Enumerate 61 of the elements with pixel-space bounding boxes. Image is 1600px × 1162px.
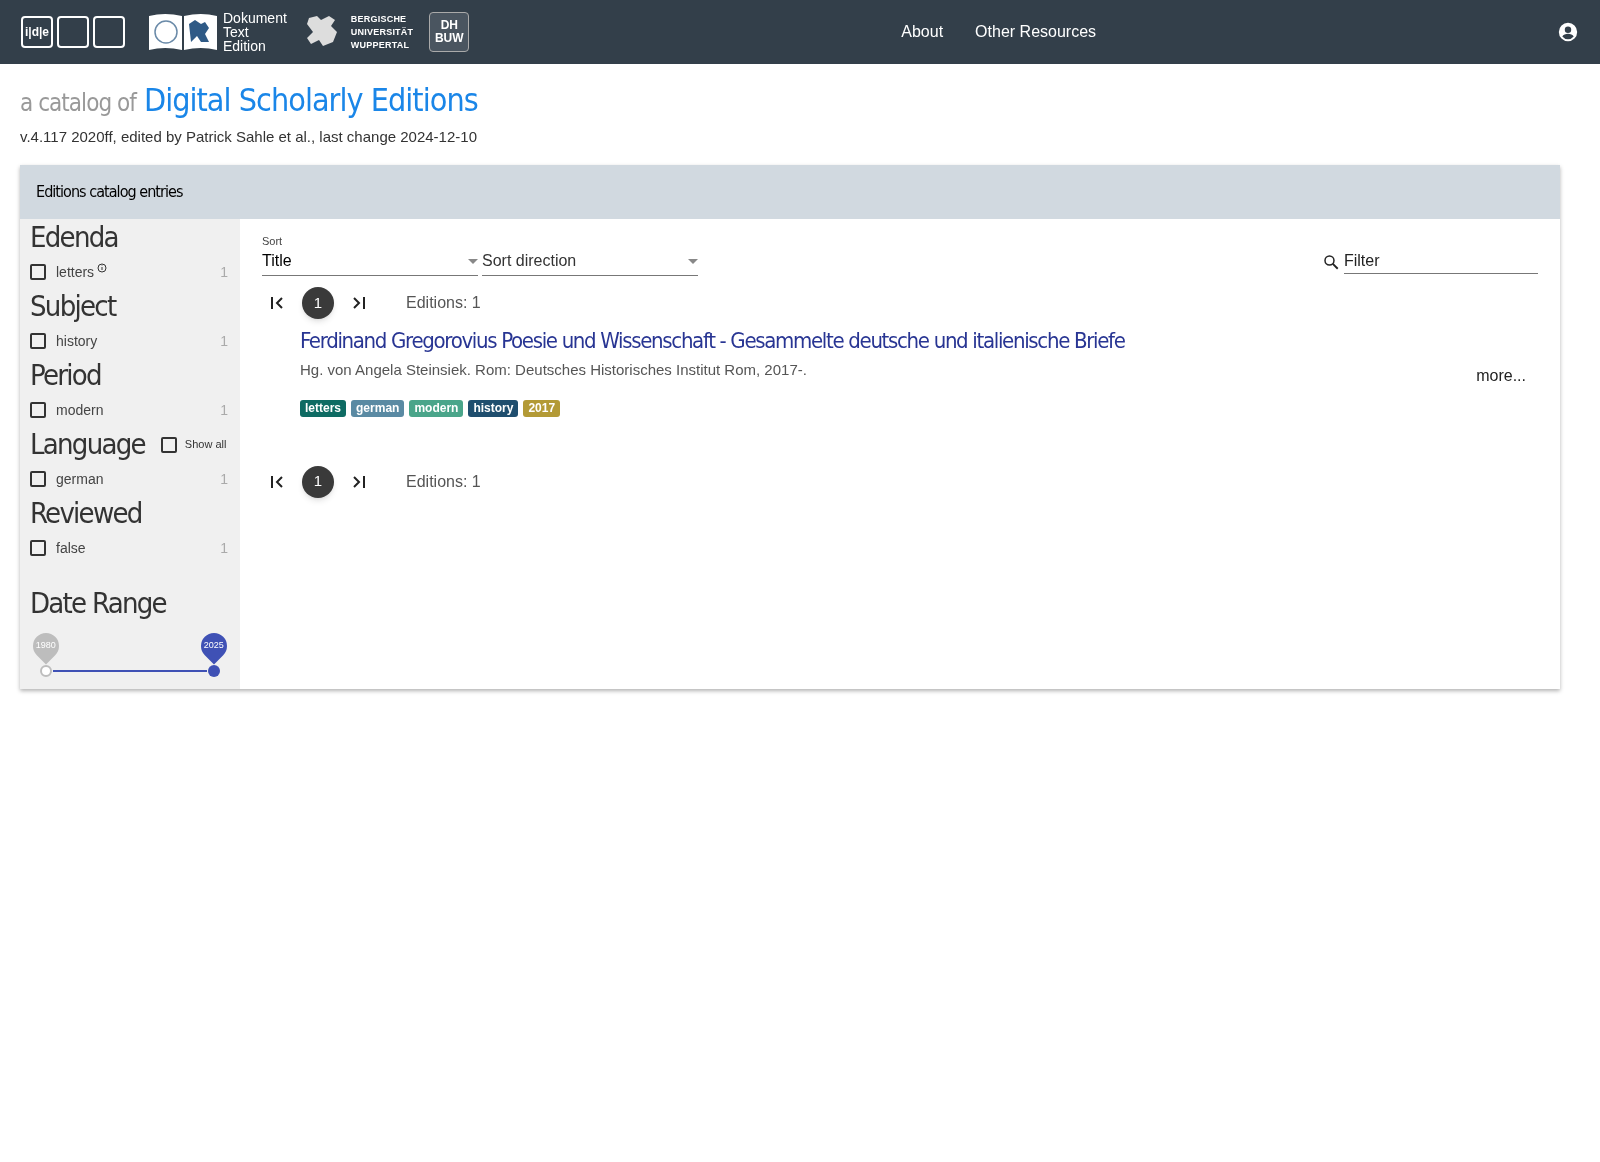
more-link[interactable]: more... bbox=[1476, 364, 1526, 388]
university-logo-text: BERGISCHE UNIVERSITÄT WUPPERTAL bbox=[350, 12, 414, 52]
facet-count: 1 bbox=[220, 400, 228, 420]
logo-frame bbox=[57, 16, 89, 48]
version-info: v.4.117 2020ff, edited by Patrick Sahle et al., last change 2024-12-10 bbox=[20, 127, 478, 147]
facet-option-label: history bbox=[56, 331, 98, 351]
catalog-prefix: a catalog of bbox=[20, 88, 136, 119]
checkbox[interactable] bbox=[160, 436, 177, 453]
slider-thumb[interactable] bbox=[208, 665, 220, 677]
facet-count: 1 bbox=[220, 262, 228, 282]
edition-citation: Hg. von Angela Steinsiek. Rom: Deutsches Historisches Institut Rom, 2017-. bbox=[300, 360, 808, 380]
facet-option-label: german bbox=[56, 469, 104, 489]
slider-thumb[interactable] bbox=[40, 665, 52, 677]
checkbox[interactable] bbox=[30, 402, 46, 418]
checkbox[interactable] bbox=[30, 264, 46, 280]
edition-title-link[interactable]: Ferdinand Gregorovius Poesie und Wissenschaft - Gesammelte deutsche und italienische Briefe bbox=[300, 324, 1477, 357]
facet-title: Language bbox=[30, 425, 145, 463]
editions-count: Editions: 1 bbox=[406, 471, 481, 492]
facet-option-label: false bbox=[56, 538, 86, 558]
facet-title: Period bbox=[30, 356, 101, 394]
nav-link[interactable]: About bbox=[901, 20, 944, 44]
dh-logo[interactable]: DH BUW bbox=[429, 12, 470, 52]
ide-logo[interactable]: i|d|e bbox=[21, 16, 53, 48]
last-page-icon[interactable] bbox=[350, 474, 366, 489]
checkbox[interactable] bbox=[30, 471, 46, 487]
logo-frame bbox=[93, 16, 125, 48]
facet-option-label: modern bbox=[56, 400, 104, 420]
info-icon bbox=[97, 263, 108, 273]
sort-direction-select[interactable]: Sort direction bbox=[482, 249, 698, 276]
dropdown-caret-icon bbox=[468, 258, 478, 264]
date-range-title: Date Range bbox=[30, 584, 168, 622]
show-all-label: Show all bbox=[184, 437, 227, 453]
checkbox[interactable] bbox=[30, 540, 46, 556]
sort-select[interactable]: Sort Title bbox=[262, 232, 478, 276]
page-button[interactable]: 1 bbox=[302, 465, 334, 498]
first-page-icon[interactable] bbox=[270, 296, 286, 310]
tag: modern bbox=[409, 399, 464, 417]
facet-option-label: letters bbox=[56, 262, 95, 282]
first-page-icon[interactable] bbox=[270, 474, 286, 489]
checkbox[interactable] bbox=[30, 333, 46, 349]
dte-logo-text: Dokument Text Edition bbox=[223, 11, 287, 53]
last-page-icon[interactable] bbox=[350, 296, 366, 310]
panel-title: Editions catalog entries bbox=[36, 180, 183, 203]
tag: 2017 bbox=[523, 399, 561, 417]
facet-title: Edenda bbox=[30, 218, 118, 256]
tag: history bbox=[468, 399, 519, 417]
account-icon[interactable] bbox=[1557, 21, 1579, 43]
filter-field[interactable]: Filter bbox=[1343, 249, 1538, 274]
facet-count: 1 bbox=[220, 538, 228, 558]
open-book-icon[interactable] bbox=[147, 12, 219, 52]
dropdown-caret-icon bbox=[688, 258, 698, 264]
facet-count: 1 bbox=[220, 469, 228, 489]
tag: letters bbox=[300, 399, 347, 417]
page-title: Digital Scholarly Editions bbox=[143, 80, 478, 121]
facet-title: Subject bbox=[30, 287, 116, 325]
editions-count: Editions: 1 bbox=[406, 293, 481, 313]
tag: german bbox=[351, 399, 405, 417]
facet-count: 1 bbox=[220, 331, 228, 351]
page-button[interactable]: 1 bbox=[302, 287, 334, 319]
nav-link[interactable]: Other Resources bbox=[975, 20, 1097, 44]
facet-title: Reviewed bbox=[30, 494, 142, 532]
